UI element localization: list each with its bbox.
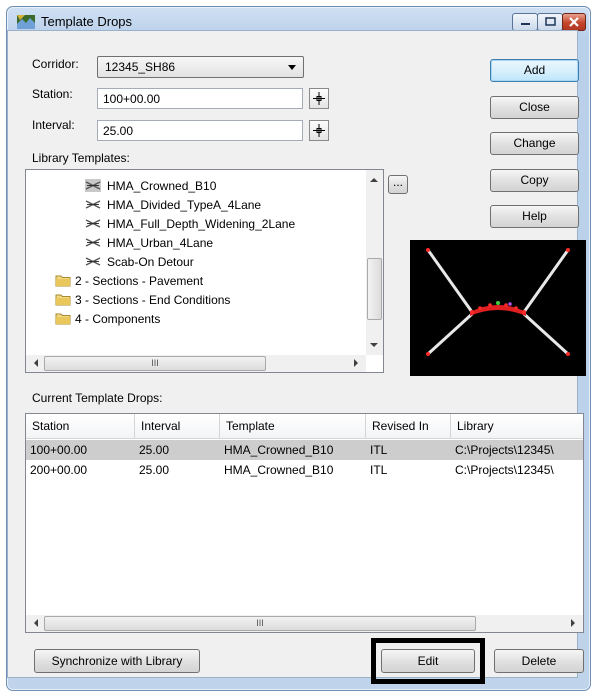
close-icon [569, 17, 579, 27]
edit-highlight-box [371, 638, 485, 684]
maximize-icon [545, 17, 556, 26]
cell-template: HMA_Crowned_B10 [224, 443, 334, 457]
column-header-interval[interactable]: Interval [135, 414, 220, 439]
help-button[interactable]: Help [490, 205, 579, 228]
scroll-up-icon[interactable] [366, 172, 382, 188]
template-icon [85, 238, 101, 247]
column-header-revised-in[interactable]: Revised In [366, 414, 451, 439]
tree-folder-label: 3 - Sections - End Conditions [75, 293, 231, 307]
station-pick-button[interactable] [309, 88, 329, 109]
tree-item-label: HMA_Crowned_B10 [107, 179, 217, 193]
scroll-right-icon[interactable] [348, 355, 364, 371]
current-template-drops-label: Current Template Drops: [32, 391, 163, 405]
cell-library: C:\Projects\12345\ [455, 443, 554, 457]
tree-folder-sections-end-conditions[interactable]: 3 - Sections - End Conditions [26, 290, 346, 309]
tree-item-label: HMA_Urban_4Lane [107, 236, 214, 250]
table-row[interactable]: 100+00.00 25.00 HMA_Crowned_B10 ITL C:\P… [26, 440, 583, 460]
chevron-down-icon [288, 65, 296, 70]
scroll-grip: III [256, 618, 264, 628]
scroll-grip: III [151, 358, 159, 368]
station-input[interactable]: 100+00.00 [97, 88, 303, 109]
tree-horizontal-scroll-thumb[interactable]: III [44, 356, 266, 371]
folder-icon [55, 275, 71, 287]
template-icon [85, 219, 101, 228]
scroll-down-icon[interactable] [366, 337, 382, 353]
folder-icon [55, 313, 71, 325]
scroll-left-icon[interactable] [28, 355, 44, 371]
cell-template: HMA_Crowned_B10 [224, 463, 334, 477]
maximize-button[interactable] [537, 13, 563, 31]
tree-item-hma-divided-typea-4lane[interactable]: HMA_Divided_TypeA_4Lane [26, 195, 346, 214]
interval-label: Interval: [32, 118, 75, 132]
folder-icon [55, 294, 71, 306]
list-horizontal-scroll-thumb[interactable]: III [44, 616, 476, 631]
column-header-library[interactable]: Library [451, 414, 583, 439]
cell-revised-in: ITL [370, 443, 388, 457]
template-icon [85, 257, 101, 266]
crosshair-icon [313, 124, 325, 137]
crosshair-icon [313, 92, 325, 105]
column-header-template[interactable]: Template [220, 414, 366, 439]
template-icon [85, 179, 101, 192]
tree-vertical-scroll-thumb[interactable] [367, 258, 382, 320]
tree-item-label: HMA_Full_Depth_Widening_2Lane [107, 217, 296, 231]
browse-library-button[interactable]: ... [388, 175, 408, 194]
column-header-station[interactable]: Station [26, 414, 135, 439]
tree-horizontal-scrollbar[interactable]: III [26, 355, 366, 372]
template-icon [85, 200, 101, 209]
scroll-left-icon[interactable] [28, 615, 44, 631]
table-row[interactable]: 200+00.00 25.00 HMA_Crowned_B10 ITL C:\P… [26, 460, 583, 480]
cell-revised-in: ITL [370, 463, 388, 477]
tree-item-hma-full-depth-widening-2lane[interactable]: HMA_Full_Depth_Widening_2Lane [26, 214, 346, 233]
station-label: Station: [32, 87, 73, 101]
cell-interval: 25.00 [139, 463, 170, 477]
copy-button[interactable]: Copy [490, 169, 579, 192]
cell-station: 200+00.00 [30, 463, 88, 477]
tree-folder-label: 2 - Sections - Pavement [75, 274, 204, 288]
template-app-icon [17, 15, 35, 29]
tree-item-label: HMA_Divided_TypeA_4Lane [107, 198, 262, 212]
synchronize-with-library-button[interactable]: Synchronize with Library [34, 649, 200, 673]
interval-input[interactable]: 25.00 [97, 120, 303, 141]
corridor-dropdown[interactable]: 12345_SH86 [97, 56, 304, 78]
current-template-drops-list[interactable]: Station Interval Template Revised In Lib… [25, 413, 584, 633]
tree-folder-sections-pavement[interactable]: 2 - Sections - Pavement [26, 271, 346, 290]
list-horizontal-scrollbar[interactable]: III [26, 615, 583, 632]
cell-library: C:\Projects\12345\ [455, 463, 554, 477]
close-window-button[interactable] [562, 13, 586, 31]
minimize-button[interactable] [512, 13, 538, 31]
tree-folder-components[interactable]: 4 - Components [26, 309, 346, 328]
tree-item-hma-crowned-b10[interactable]: HMA_Crowned_B10 [26, 176, 346, 195]
corridor-value: 12345_SH86 [105, 60, 176, 74]
cell-station: 100+00.00 [30, 443, 88, 457]
interval-pick-button[interactable] [309, 120, 329, 141]
add-button[interactable]: Add [490, 59, 579, 82]
cell-interval: 25.00 [139, 443, 170, 457]
change-button[interactable]: Change [490, 132, 579, 155]
tree-folder-label: 4 - Components [75, 312, 161, 326]
close-button[interactable]: Close [490, 96, 579, 119]
scroll-right-icon[interactable] [565, 615, 581, 631]
delete-button[interactable]: Delete [494, 649, 584, 673]
template-preview [410, 240, 586, 376]
corridor-label: Corridor: [32, 57, 79, 71]
library-templates-label: Library Templates: [32, 151, 130, 165]
tree-item-hma-urban-4lane[interactable]: HMA_Urban_4Lane [26, 233, 346, 252]
tree-item-label: Scab-On Detour [107, 255, 194, 269]
library-templates-tree[interactable]: HMA_Crowned_B10 HMA_Divided_TypeA_4Lane … [25, 169, 384, 373]
tree-item-scab-on-detour[interactable]: Scab-On Detour [26, 252, 346, 271]
window-title: Template Drops [41, 14, 133, 29]
minimize-icon [521, 23, 530, 25]
tree-vertical-scrollbar[interactable] [366, 170, 383, 355]
